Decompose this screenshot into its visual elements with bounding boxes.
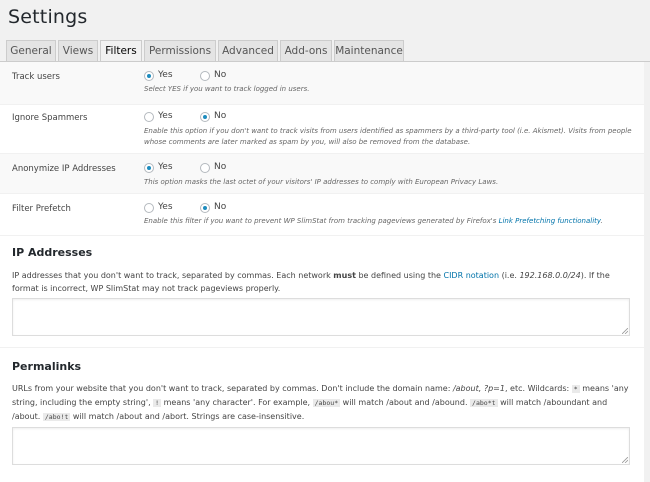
desc-text: will match /about and /abort. Strings ar…	[70, 412, 305, 421]
desc-text: be defined using the	[355, 271, 444, 280]
radio-label-yes: Yes	[158, 202, 173, 212]
tab-general[interactable]: General	[6, 40, 56, 62]
radio-label-no: No	[214, 162, 227, 172]
desc-text: means 'any character'. For example,	[161, 398, 313, 407]
tab-views[interactable]: Views	[58, 40, 98, 62]
setting-label: Anonymize IP Addresses	[12, 164, 116, 174]
ip-addresses-title: IP Addresses	[12, 246, 93, 259]
radio-label-no: No	[214, 70, 227, 80]
radio-button-icon[interactable]	[200, 71, 210, 81]
code-snippet: /abo!t	[42, 413, 71, 421]
setting-label: Ignore Spammers	[12, 113, 88, 123]
section-divider	[0, 347, 644, 348]
setting-row-anonymize-ip: Anonymize IP Addresses Yes No This optio…	[0, 154, 644, 194]
resize-grip-icon[interactable]	[622, 328, 628, 334]
desc-text: URLs from your website that you don't wa…	[12, 384, 453, 393]
radio-button-icon[interactable]	[144, 163, 154, 173]
page-title: Settings	[8, 6, 88, 28]
code-snippet: /abou*	[312, 399, 341, 407]
radio-label-yes: Yes	[158, 162, 173, 172]
setting-hint: Enable this option if you don't want to …	[144, 127, 632, 146]
permalinks-description: URLs from your website that you don't wa…	[12, 382, 632, 424]
tab-filters[interactable]: Filters	[100, 40, 142, 63]
setting-hint: Select YES if you want to track logged i…	[144, 85, 310, 93]
tab-add-ons[interactable]: Add-ons	[280, 40, 332, 62]
desc-text: , etc. Wildcards:	[504, 384, 572, 393]
code-snippet: !	[153, 399, 162, 407]
radio-button-icon[interactable]	[144, 203, 154, 213]
hint-text: Enable this filter if you want to preven…	[144, 217, 499, 225]
setting-row-filter-prefetch: Filter Prefetch Yes No Enable this filte…	[0, 194, 644, 236]
setting-label: Track users	[12, 72, 60, 82]
ip-addresses-description: IP addresses that you don't want to trac…	[12, 269, 632, 295]
code-snippet: /abo*t	[470, 399, 498, 407]
setting-row-track-users: Track users Yes No Select YES if you wan…	[0, 62, 644, 105]
filters-panel: Track users Yes No Select YES if you wan…	[0, 62, 644, 482]
radio-label-yes: Yes	[158, 111, 173, 121]
cidr-notation-link[interactable]: CIDR notation	[443, 271, 499, 280]
resize-grip-icon[interactable]	[622, 457, 628, 463]
radio-button-icon[interactable]	[144, 71, 154, 81]
radio-button-icon[interactable]	[200, 163, 210, 173]
desc-text: IP addresses that you don't want to trac…	[12, 271, 334, 280]
desc-example: 192.168.0.0/24	[519, 271, 581, 280]
tab-permissions[interactable]: Permissions	[144, 40, 216, 62]
tab-maintenance[interactable]: Maintenance	[334, 40, 404, 62]
permalinks-title: Permalinks	[12, 360, 82, 373]
link-prefetching-link[interactable]: Link Prefetching functionality	[499, 217, 601, 225]
radio-button-icon[interactable]	[144, 112, 154, 122]
ip-addresses-textarea[interactable]	[12, 298, 630, 336]
setting-hint: This option masks the last octet of your…	[144, 178, 499, 186]
tab-advanced[interactable]: Advanced	[218, 40, 278, 62]
setting-label: Filter Prefetch	[12, 204, 71, 214]
desc-text: will match /about and /abound.	[340, 398, 471, 407]
setting-row-ignore-spammers: Ignore Spammers Yes No Enable this optio…	[0, 105, 644, 154]
setting-hint: Enable this filter if you want to preven…	[144, 216, 634, 227]
hint-text-end: .	[600, 217, 603, 225]
radio-label-no: No	[214, 202, 227, 212]
radio-button-icon[interactable]	[200, 112, 210, 122]
permalinks-textarea[interactable]	[12, 427, 630, 465]
radio-label-no: No	[214, 111, 227, 121]
radio-label-yes: Yes	[158, 70, 173, 80]
desc-bold: must	[333, 271, 356, 280]
desc-text: (i.e.	[499, 271, 520, 280]
radio-button-icon[interactable]	[200, 203, 210, 213]
code-snippet: *	[571, 385, 580, 393]
desc-example: /about, ?p=1	[452, 384, 505, 393]
